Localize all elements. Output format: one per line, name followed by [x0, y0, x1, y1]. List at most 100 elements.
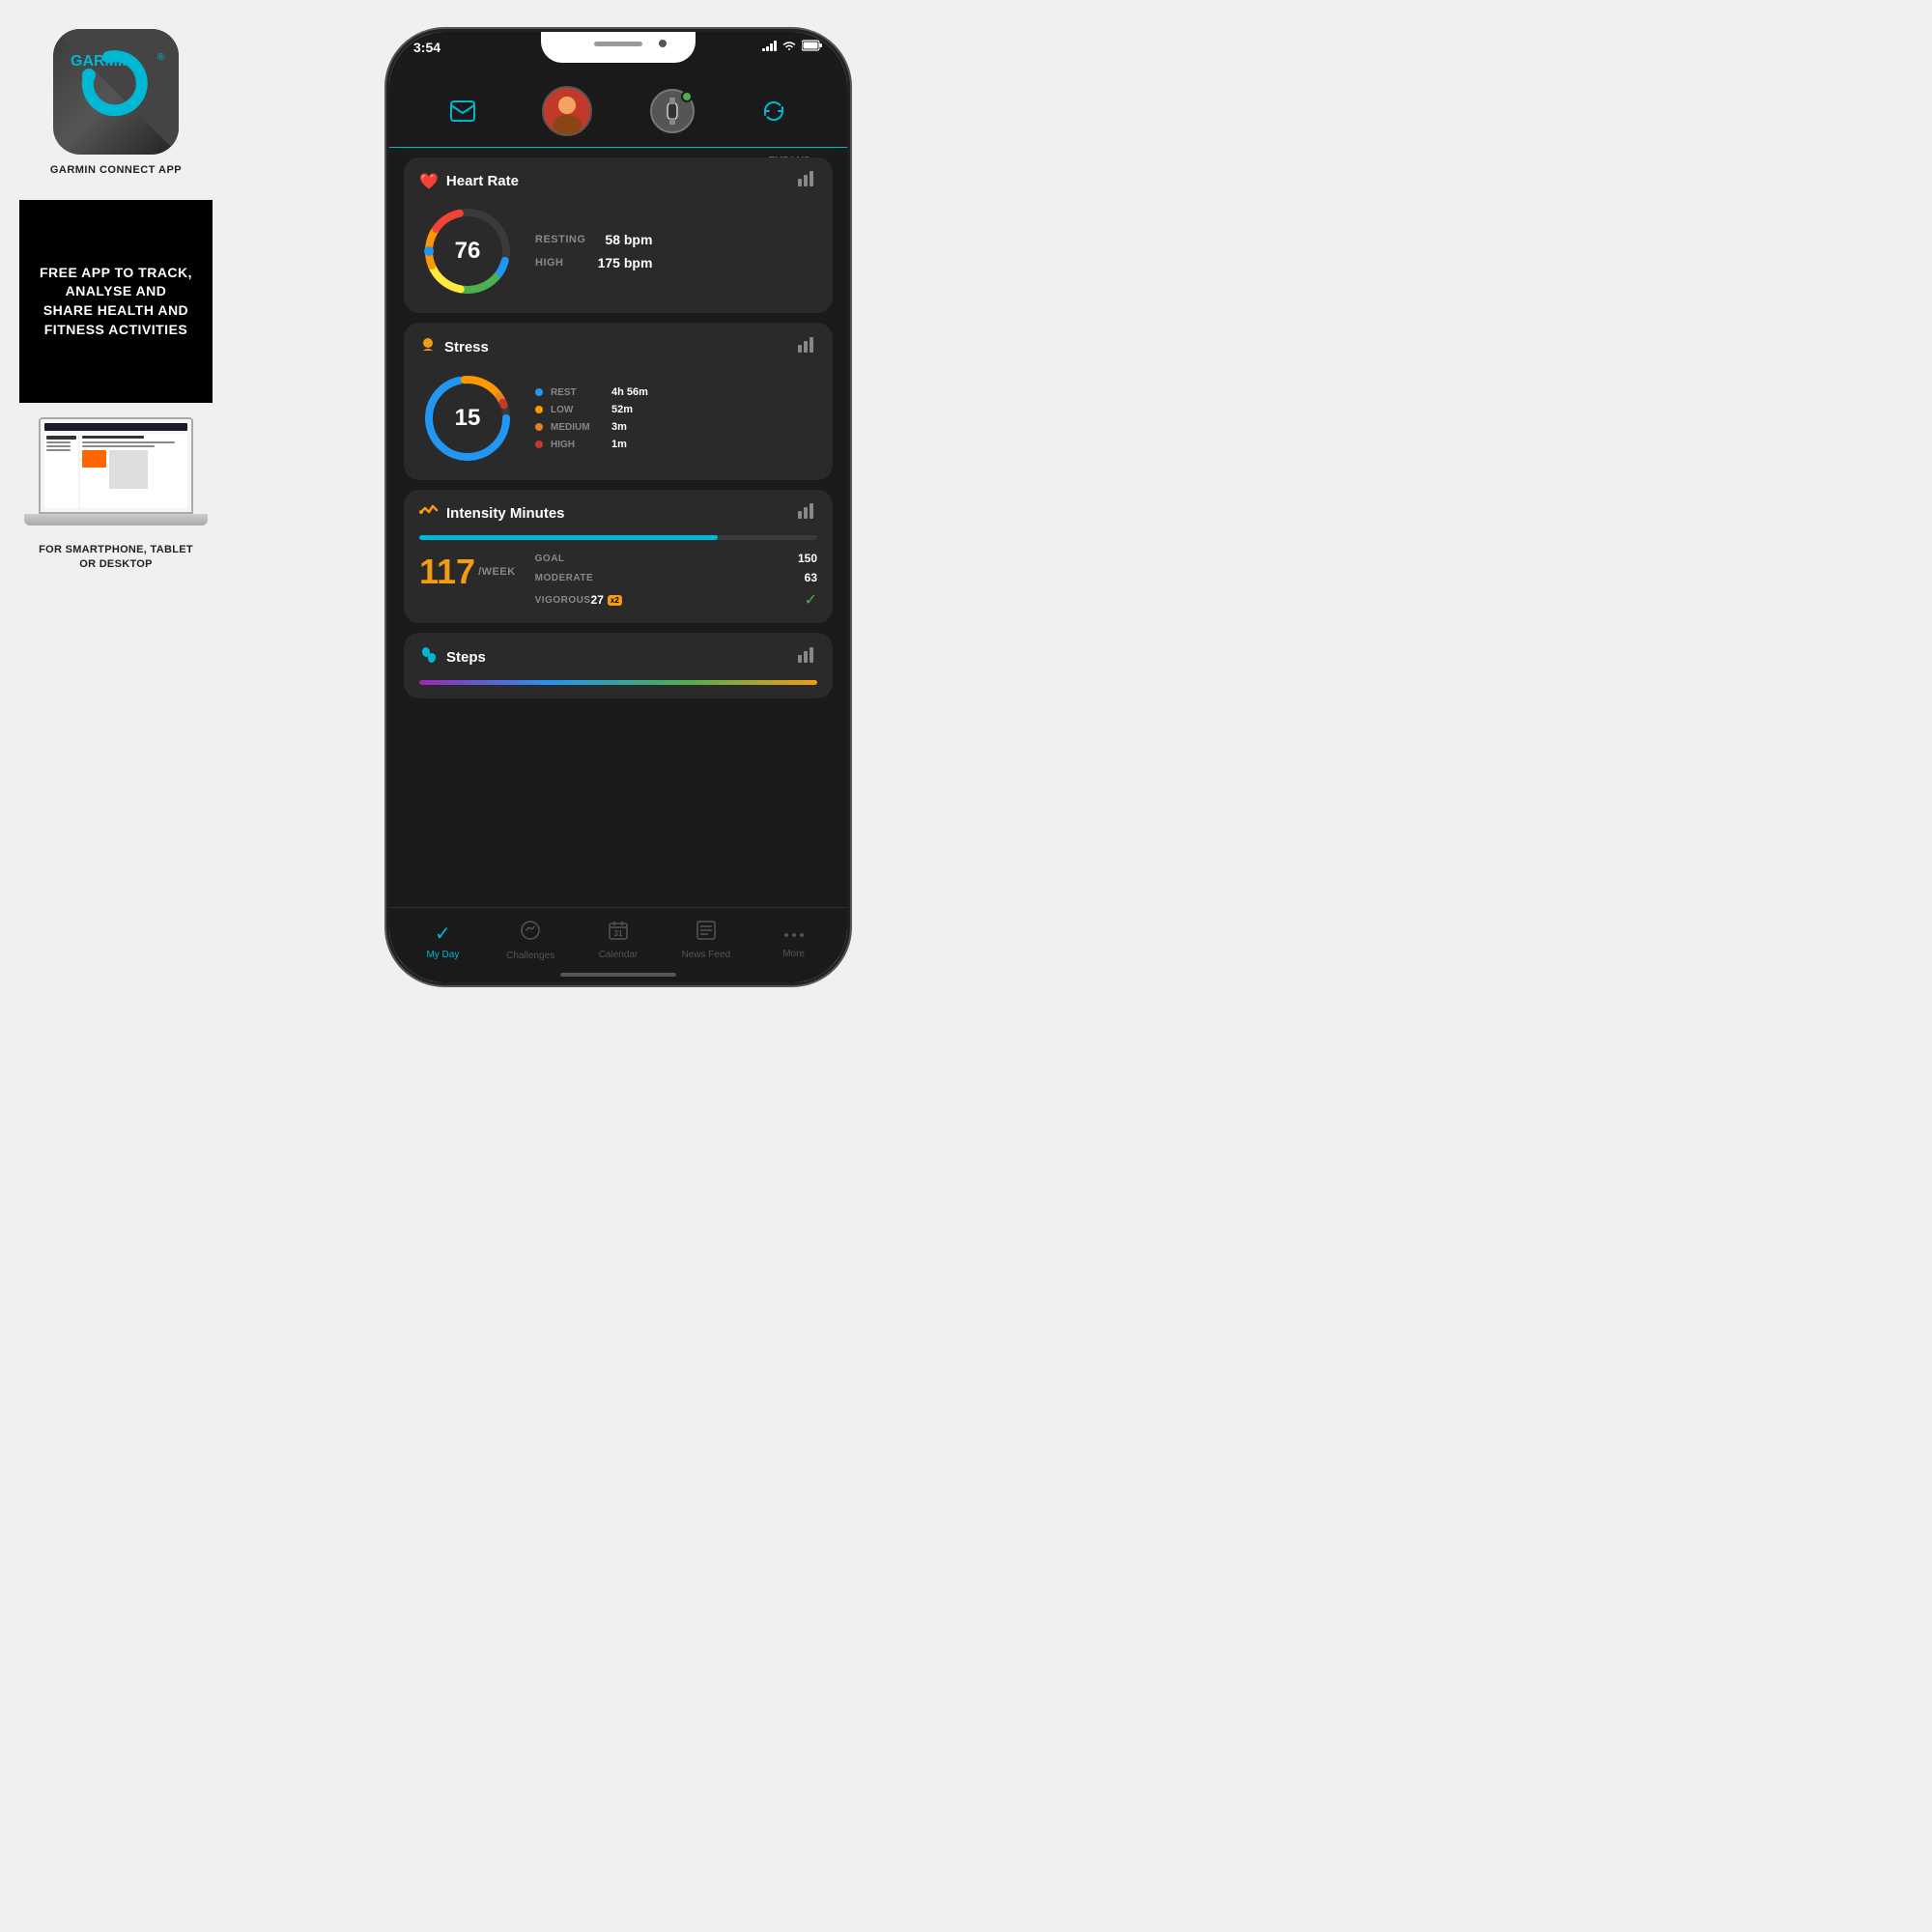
intensity-chart-icon[interactable] — [798, 503, 817, 524]
my-day-label: My Day — [426, 950, 459, 960]
heart-rate-header: ❤️ Heart Rate — [419, 171, 817, 191]
heart-rate-chart-icon[interactable] — [798, 171, 817, 191]
watch-icon[interactable] — [650, 89, 695, 133]
stress-body: 15 REST 4h 56m LOW 52m — [419, 370, 817, 467]
home-indicator — [560, 973, 676, 977]
high-value: 175 bpm — [598, 255, 653, 270]
laptop-image — [24, 417, 208, 533]
status-time: 3:54 — [413, 40, 440, 55]
intensity-title: Intensity Minutes — [446, 505, 565, 522]
moderate-value: 63 — [805, 571, 817, 584]
intensity-card: Intensity Minutes — [404, 490, 833, 623]
steps-chart-icon[interactable] — [798, 647, 817, 668]
phone-button-power — [848, 225, 850, 302]
stress-header: Stress — [419, 336, 817, 358]
wifi-icon — [781, 40, 797, 51]
intensity-bar-fill — [419, 535, 718, 540]
laptop-section: FOR SMARTPHONE, TABLETOR DESKTOP — [19, 417, 213, 573]
watch-connected-indicator — [681, 91, 693, 102]
high-label: HIGH — [535, 257, 564, 269]
stress-legend: REST 4h 56m LOW 52m MEDIUM — [535, 386, 648, 450]
nav-challenges[interactable]: Challenges — [487, 920, 575, 961]
goal-label: GOAL — [535, 554, 565, 564]
medium-value: 3m — [611, 421, 627, 433]
resting-value: 58 bpm — [605, 232, 652, 247]
heart-rate-stats: RESTING 58 bpm HIGH 175 bpm — [535, 232, 652, 270]
phone-button-vol-down — [386, 278, 388, 331]
stress-value: 15 — [455, 405, 481, 432]
vigorous-value: 27 x2 — [591, 593, 622, 607]
phone-screen: 3:54 — [389, 32, 847, 982]
low-dot — [535, 406, 543, 413]
challenges-label: Challenges — [506, 951, 554, 961]
x2-badge: x2 — [608, 595, 622, 606]
phone-scroll-content: ❤️ Heart Rate — [389, 148, 847, 910]
low-label: LOW — [551, 405, 604, 415]
nav-news-feed[interactable]: News Feed — [662, 921, 750, 960]
garmin-app-icon[interactable]: GARMIN ® — [53, 29, 179, 155]
more-icon — [784, 923, 804, 945]
high-label: HIGH — [551, 440, 604, 450]
heart-icon: ❤️ — [419, 172, 439, 191]
app-icon-section: GARMIN ® GARMIN CONNECT APP — [19, 19, 213, 185]
heart-rate-body: 76 RESTING 58 bpm HIGH 175 bpm — [419, 203, 817, 299]
challenges-icon — [520, 920, 541, 947]
high-dot — [535, 440, 543, 448]
more-label: More — [782, 949, 805, 959]
stress-gauge: 15 — [419, 370, 516, 467]
my-day-icon: ✓ — [435, 922, 451, 946]
intensity-header: Intensity Minutes — [419, 503, 817, 524]
phone-mockup: 3:54 — [386, 29, 850, 985]
stress-chart-icon[interactable] — [798, 337, 817, 357]
nav-more[interactable]: More — [750, 923, 838, 959]
laptop-caption: FOR SMARTPHONE, TABLETOR DESKTOP — [39, 543, 193, 573]
steps-progress-bar — [419, 680, 817, 685]
app-header — [389, 75, 847, 148]
steps-title: Steps — [446, 649, 486, 666]
battery-icon — [802, 40, 823, 51]
heart-rate-gauge: 76 — [419, 203, 516, 299]
heart-rate-card: ❤️ Heart Rate — [404, 157, 833, 313]
steps-icon — [419, 646, 439, 668]
intensity-big-number: 117 /WEEK — [419, 552, 516, 592]
news-feed-icon — [696, 921, 716, 946]
vigorous-label: VIGOROUS — [535, 595, 591, 606]
heart-rate-value: 76 — [455, 238, 481, 265]
promo-text: FREE APP TO TRACK, ANALYSE AND SHARE HEA… — [39, 264, 193, 339]
intensity-progress-bar — [419, 535, 817, 540]
stress-card: Stress — [404, 323, 833, 480]
svg-text:31: 31 — [614, 929, 623, 938]
left-column: GARMIN ® GARMIN CONNECT APP FREE APP TO … — [19, 19, 213, 573]
phone-button-mute — [386, 157, 388, 196]
heart-rate-title: Heart Rate — [446, 173, 519, 189]
rest-dot — [535, 388, 543, 396]
news-feed-label: News Feed — [682, 950, 731, 960]
status-bar: 3:54 — [389, 32, 847, 75]
nav-my-day[interactable]: ✓ My Day — [399, 922, 487, 960]
stress-icon — [419, 336, 437, 358]
high-value: 1m — [611, 439, 627, 450]
status-icons — [762, 40, 823, 51]
sync-icon[interactable] — [753, 91, 794, 131]
steps-header: Steps — [419, 646, 817, 668]
stress-title: Stress — [444, 339, 489, 355]
moderate-label: MODERATE — [535, 573, 593, 583]
intensity-icon — [419, 504, 439, 524]
intensity-body: 117 /WEEK GOAL 150 MODERATE 63 — [419, 552, 817, 610]
calendar-icon: 31 — [609, 921, 628, 946]
phone-button-vol-up — [386, 211, 388, 264]
check-icon: ✓ — [805, 590, 817, 610]
rest-label: REST — [551, 387, 604, 398]
user-avatar[interactable] — [542, 86, 592, 136]
low-value: 52m — [611, 404, 633, 415]
calendar-label: Calendar — [599, 950, 639, 960]
intensity-stats: GOAL 150 MODERATE 63 VIGOROUS 27 — [535, 552, 817, 610]
signal-icon — [762, 40, 777, 51]
nav-calendar[interactable]: 31 Calendar — [575, 921, 663, 960]
bottom-nav: ✓ My Day Challenges — [389, 907, 847, 982]
resting-label: RESTING — [535, 234, 585, 245]
medium-label: MEDIUM — [551, 422, 604, 433]
promo-box: FREE APP TO TRACK, ANALYSE AND SHARE HEA… — [19, 200, 213, 403]
app-title: GARMIN CONNECT APP — [50, 164, 182, 176]
inbox-icon[interactable] — [442, 91, 483, 131]
